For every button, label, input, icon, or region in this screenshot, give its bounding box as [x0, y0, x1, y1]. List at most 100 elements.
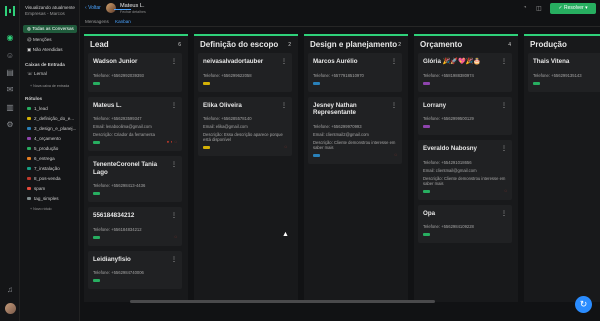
card-detail-line: Telefone: +5577918510970	[313, 72, 364, 78]
app-logo-icon[interactable]	[4, 5, 16, 17]
card-label-tag	[93, 81, 100, 85]
new-label-link[interactable]: + Novo rótulo	[30, 207, 52, 211]
card-menu-icon[interactable]: ⋮	[171, 161, 177, 168]
card-label-tag	[203, 146, 210, 149]
card-menu-icon[interactable]: ⋮	[281, 102, 287, 109]
contact-card[interactable]: Lorrany ⋮ Telefone: +5562999500129	[418, 96, 512, 135]
scrollbar-thumb[interactable]	[130, 300, 435, 303]
card-menu-icon[interactable]: ⋮	[501, 58, 507, 65]
contact-avatar[interactable]	[106, 3, 116, 13]
label-name: spam	[34, 186, 46, 191]
contact-card[interactable]: 556184834212 ⋮ Telefone: +556184834212 ◌	[88, 207, 182, 246]
card-status-icon: ◌	[504, 187, 507, 193]
sidebar-label-item[interactable]: 1_lead	[23, 105, 77, 113]
workspace-info[interactable]: Visualizando atualmente Empresas - Marco…	[25, 5, 75, 17]
contact-card[interactable]: Mateus L. ⋮ Telefone: +556293599347 Email: …	[88, 96, 182, 151]
snooze-icon[interactable]: ◔	[523, 5, 527, 11]
sidebar-label-item[interactable]: tag_simples	[23, 195, 77, 203]
column-title: Definição do escopo	[200, 40, 279, 49]
resolve-button[interactable]: ✓ Resolver ▾	[550, 3, 596, 14]
card-detail-line: Descrição: Cliente demonstrou interesse …	[313, 139, 396, 150]
column-count: 4	[508, 42, 511, 48]
sidebar-label-item[interactable]: 4_orçamento	[23, 135, 77, 143]
refresh-button[interactable]: ↻	[575, 296, 592, 313]
card-label-tag	[93, 141, 100, 144]
labels-section-title: Rótulos	[25, 96, 43, 101]
column-title: Orçamento	[420, 40, 463, 49]
contact-status-link[interactable]: Fechar detalhes	[120, 10, 146, 14]
card-label-tag	[93, 192, 100, 195]
card-menu-icon[interactable]: ⋮	[171, 58, 177, 65]
card-menu-icon[interactable]: ⋮	[501, 102, 507, 109]
label-color-dot	[27, 187, 31, 191]
card-label-tag	[313, 153, 320, 157]
kanban-column: Produção Thais Vitena⋮Telefone: +55629913…	[524, 34, 600, 302]
label-name: tag_simples	[34, 196, 59, 201]
card-menu-icon[interactable]: ⋮	[501, 145, 507, 152]
sidebar-item-mentions[interactable]: @ Menções	[23, 36, 77, 44]
contact-card[interactable]: Everaldo Nabosny ⋮ Telefone: +554291018656…	[418, 140, 512, 200]
phone-icon: ☏	[27, 71, 35, 76]
resolve-label: Resolver	[563, 5, 584, 11]
column-title: Design e planejamento	[310, 40, 398, 49]
mute-icon[interactable]: ◫	[536, 5, 542, 12]
contact-card[interactable]: Marcos Aurélio ⋮ Telefone: +5577918510970	[308, 53, 402, 92]
card-detail-line: Telefone: +556184834212	[93, 226, 142, 232]
contact-card[interactable]: Glória 🎉🚀💖🎉🎂 ⋮ Telefone: +5581988380974	[418, 53, 512, 92]
sidebar-label-item[interactable]: 8_pos-venda	[23, 175, 77, 183]
contact-card[interactable]: Elika Oliveira ⋮ Telefone: +556285578140 Em…	[198, 96, 292, 156]
card-menu-icon[interactable]: ⋮	[281, 58, 287, 65]
sidebar-label-item[interactable]: 7_instalação	[23, 165, 77, 173]
sidebar-item-unattended[interactable]: ▣ Não Atendidas	[23, 46, 77, 54]
card-status-icon: ◌	[174, 233, 177, 239]
notifications-icon[interactable]: ♫	[5, 285, 15, 295]
back-button[interactable]: ‹ Voltar	[85, 5, 101, 11]
card-menu-icon[interactable]: ⋮	[501, 210, 507, 217]
card-detail-line: Email: elika@gmail.com	[203, 124, 248, 129]
contact-card[interactable]: Opa ⋮ Telefone: +5562984109228	[418, 204, 512, 243]
sidebar-label-item[interactable]: 2_definição_do_e...	[23, 115, 77, 123]
column-count: 6	[178, 42, 181, 48]
column-count: 2	[288, 42, 291, 48]
label-color-dot	[27, 107, 31, 111]
tab-kanban[interactable]: Kanban	[115, 19, 131, 24]
sidebar-item-all-conversations[interactable]: ◍ Todas as Conversas	[23, 25, 77, 33]
sidebar-label-item[interactable]: 3_design_e_planej...	[23, 125, 77, 133]
contact-card[interactable]: Jesney Nathan Representante ⋮ Telefone: +5…	[308, 96, 402, 164]
kanban-column: Orçamento 4 Glória 🎉🚀💖🎉🎂 ⋮ Telefone: +558198…	[414, 34, 518, 302]
kanban-column: Design e planejamento 2 Marcos Aurélio ⋮ Tel…	[304, 34, 408, 302]
horizontal-scrollbar[interactable]	[80, 299, 600, 303]
reports-icon[interactable]: ▤	[5, 68, 15, 78]
conversations-icon[interactable]: ◉	[5, 33, 15, 43]
card-contact-name: 556184834212	[93, 212, 135, 219]
card-menu-icon[interactable]: ⋮	[391, 58, 397, 65]
card-contact-name: neivasalvadortauber	[203, 58, 264, 65]
card-detail-line: Telefone: +5562999500129	[423, 116, 474, 121]
library-icon[interactable]: ▥	[5, 103, 15, 113]
sidebar-label-item[interactable]: 5_produção	[23, 145, 77, 153]
new-inbox-link[interactable]: + Nova caixa de entrada	[30, 84, 69, 88]
card-status-icon: ● ◐ ◌	[166, 139, 177, 144]
user-avatar[interactable]	[5, 303, 16, 314]
contact-card[interactable]: Wadson Junior ⋮ Telefone: +5562992039393	[88, 53, 182, 92]
contact-card[interactable]: TenenteCoronel Tania Lago ⋮ Telefone: +556…	[88, 156, 182, 202]
contacts-icon[interactable]: ☺	[5, 51, 15, 61]
tab-messages[interactable]: Mensagens	[85, 19, 109, 24]
settings-icon[interactable]: ⚙	[5, 120, 15, 130]
card-menu-icon[interactable]: ⋮	[391, 102, 397, 109]
new-label-label: Novo rótulo	[33, 207, 52, 211]
contact-card[interactable]: Thais Vitena⋮Telefone: +556299135143	[528, 53, 600, 92]
campaigns-icon[interactable]: ✉	[5, 85, 15, 95]
contact-card[interactable]: neivasalvadortauber ⋮ Telefone: +556299622…	[198, 53, 292, 92]
sidebar-label-item[interactable]: spam	[23, 185, 77, 193]
card-menu-icon[interactable]: ⋮	[171, 102, 177, 109]
label-name: 4_orçamento	[34, 136, 61, 141]
card-menu-icon[interactable]: ⋮	[171, 212, 177, 219]
contact-card[interactable]: Leidianyfisio ⋮ Telefone: +5562984740006	[88, 250, 182, 289]
sidebar-label-item[interactable]: 6_entrega	[23, 155, 77, 163]
top-bar: ‹ Voltar Mateus L. Fechar detalhes ◔ ◫ ✓…	[80, 0, 600, 17]
card-menu-icon[interactable]: ⋮	[171, 256, 177, 263]
card-contact-name: Thais Vitena	[533, 58, 570, 65]
card-contact-name: Mateus L.	[93, 101, 122, 109]
sidebar-item-inbox[interactable]: ☏ Lernal	[23, 70, 77, 78]
